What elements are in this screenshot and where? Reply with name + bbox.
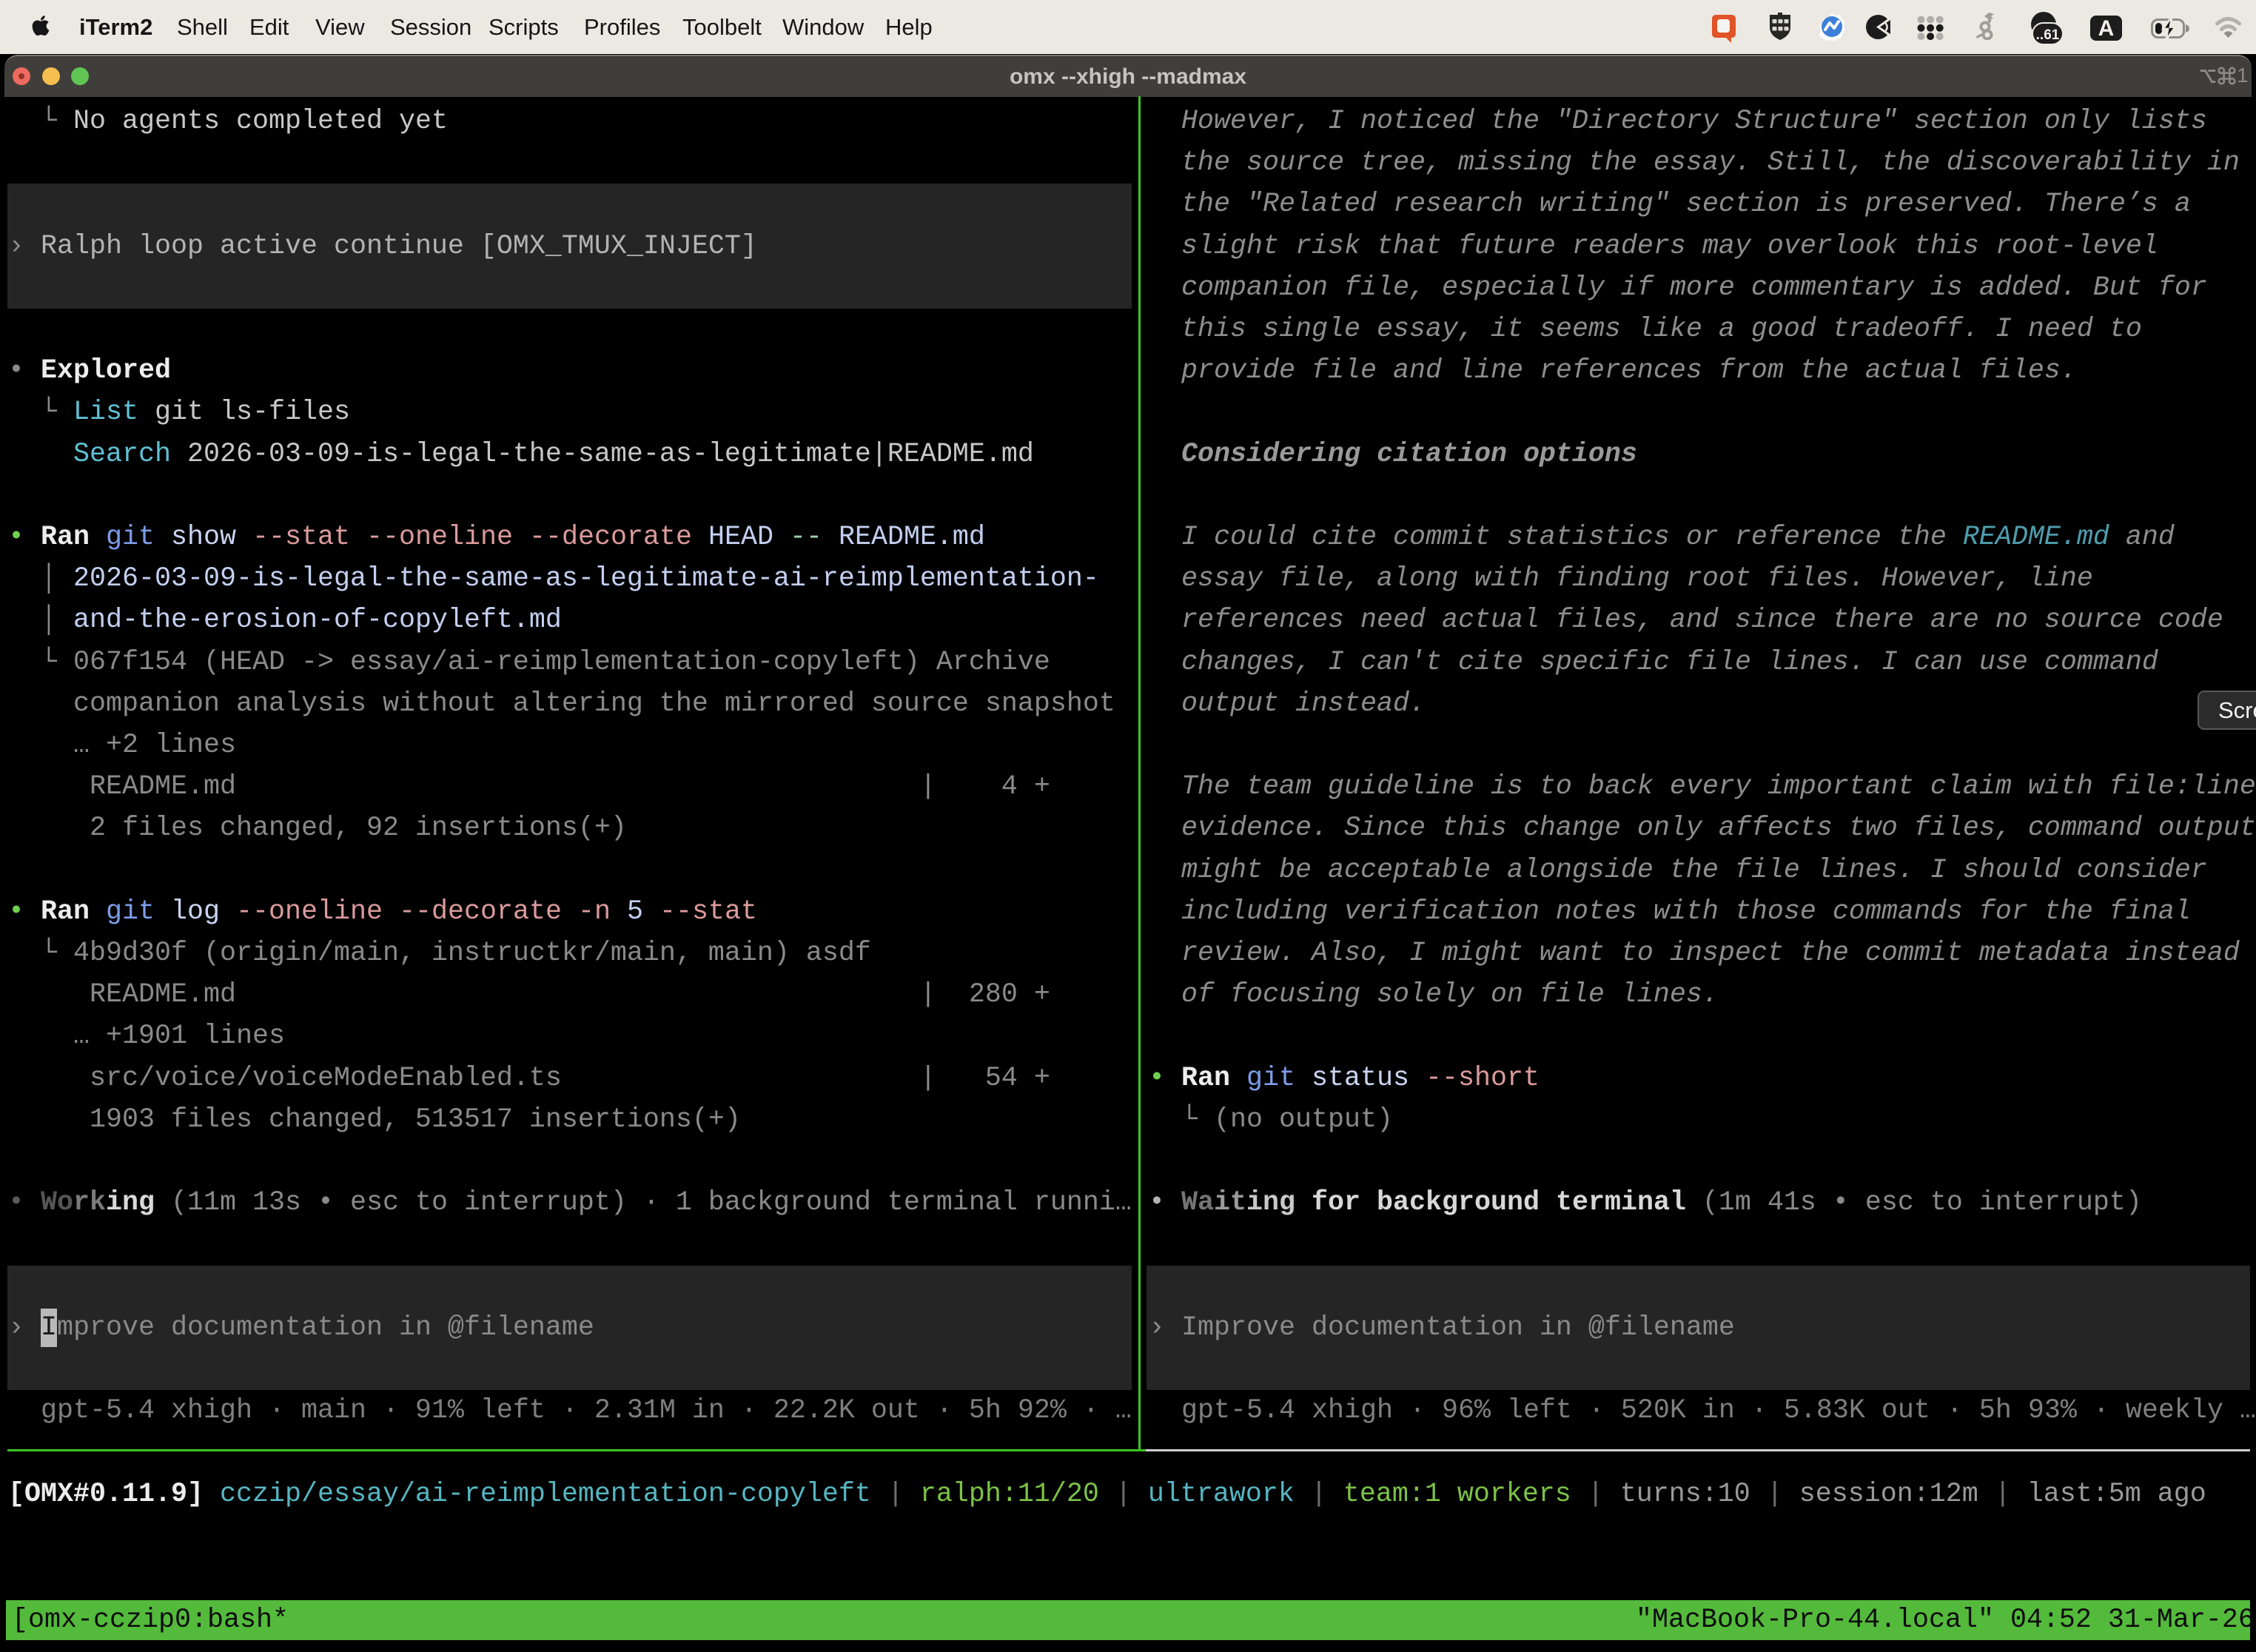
svg-text:..61: ..61 — [2036, 27, 2060, 43]
